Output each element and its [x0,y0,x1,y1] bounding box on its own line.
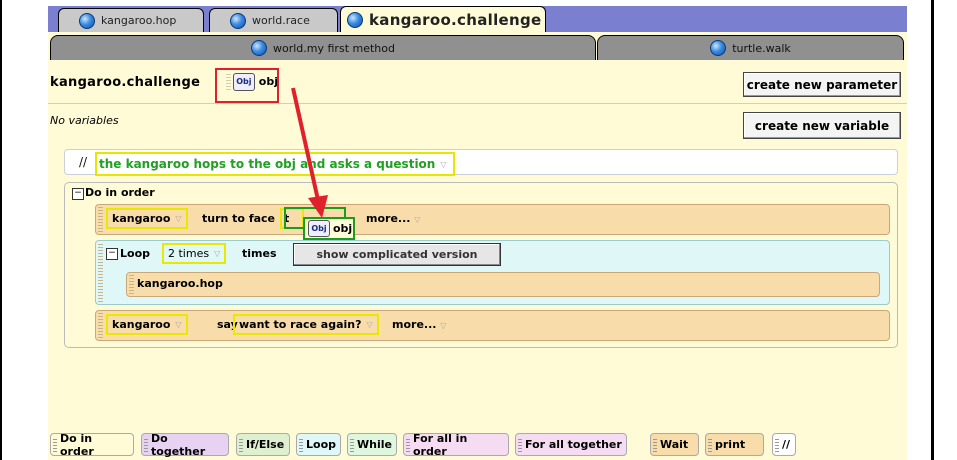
dropdown-arrow-icon: ▽ [414,215,421,224]
window-border-right [931,0,934,460]
collapse-icon[interactable]: − [106,248,118,260]
palette-if-else[interactable]: If/Else [236,433,290,456]
object-dropdown[interactable]: kangaroo ▽ [106,208,188,229]
times-label: times [242,247,277,260]
loop-count-dropdown[interactable]: 2 times ▽ [162,243,227,264]
inner-method-name: kangaroo.hop [137,277,223,290]
object-ball-icon [230,12,246,29]
no-variables-label: No variables [50,114,119,127]
create-parameter-button[interactable]: create new parameter [743,72,901,97]
dropdown-arrow-icon: ▽ [214,249,221,258]
do-in-order-label: Do in order [85,186,155,199]
window-border-left [0,0,2,460]
tab-turtle-walk[interactable]: turtle.walk [597,35,904,60]
say-text-value: want to race again? [239,318,362,331]
object-ball-icon [347,12,363,28]
highlight-box [215,68,279,103]
say-text-dropdown[interactable]: want to race again? ▽ [233,314,379,335]
tab-kangaroo-hop[interactable]: kangaroo.hop [58,8,204,32]
dropdown-arrow-icon: ▽ [440,159,447,169]
more-options[interactable]: more... ▽ [392,318,446,331]
palette-comment[interactable]: // [772,433,796,456]
comment-marker: // [79,155,88,169]
object-dropdown[interactable]: kangaroo ▽ [106,314,188,335]
method-name: turn to face [202,212,276,225]
comment-text-value: the kangaroo hops to the obj and asks a … [99,157,436,171]
method-title: kangaroo.challenge [50,75,201,90]
palette-while[interactable]: While [347,433,397,456]
show-complicated-version-button[interactable]: show complicated version [293,243,501,266]
palette-loop[interactable]: Loop [296,433,341,456]
create-variable-button[interactable]: create new variable [743,112,901,139]
header-divider [48,103,907,104]
drag-handle [98,313,103,338]
palette-print[interactable]: print [705,433,764,456]
tab-world-race[interactable]: world.race [209,8,338,32]
comment-statement[interactable]: // the kangaroo hops to the obj and asks… [64,149,898,176]
loop-inner-statement[interactable]: kangaroo.hop [126,272,880,297]
object-name: kangaroo [112,212,171,225]
method-tabs-row1: kangaroo.hop world.race kangaroo.challen… [48,6,907,33]
object-name: kangaroo [112,318,171,331]
object-ball-icon [79,12,95,29]
dropdown-arrow-icon: ▽ [175,214,182,223]
dropdown-arrow-icon: ▽ [366,320,373,329]
turn-to-face-statement[interactable]: kangaroo ▽ turn to face t more... ▽ [95,204,890,235]
palette-for-all-in-order[interactable]: For all in order [403,432,509,458]
loop-label: Loop [120,247,150,260]
comment-text[interactable]: the kangaroo hops to the obj and asks a … [95,152,455,176]
loop-count: 2 times [168,247,210,260]
dropdown-arrow-icon: ▽ [440,321,447,330]
do-in-order-block[interactable]: − Do in order kangaroo ▽ turn to face t … [64,182,898,348]
loop-block[interactable]: − Loop 2 times ▽ times show complicated … [95,240,890,305]
say-statement[interactable]: kangaroo ▽ say want to race again? ▽ mor… [95,310,890,341]
palette-do-together[interactable]: Do together [141,432,229,458]
drag-handle [129,275,134,294]
drag-handle [98,243,103,302]
collapse-icon[interactable]: − [72,188,84,200]
object-ball-icon [710,40,727,56]
more-options[interactable]: more... ▽ [366,212,420,225]
palette-wait[interactable]: Wait [650,433,699,456]
dropdown-arrow-icon: ▽ [175,320,182,329]
palette-do-in-order[interactable]: Do in order [50,432,134,458]
object-type-icon: Obj [308,220,330,237]
drag-handle [98,207,103,232]
tab-world-my-first-method[interactable]: world.my first method [50,35,596,60]
dragged-parameter-name: obj [333,222,353,235]
object-ball-icon [251,40,267,56]
dragged-parameter-tile[interactable]: Obj obj [303,217,355,240]
tab-kangaroo-challenge[interactable]: kangaroo.challenge [340,6,546,33]
method-tabs-row2: world.my first method turtle.walk [48,32,907,60]
palette-for-all-together[interactable]: For all together [515,433,627,456]
